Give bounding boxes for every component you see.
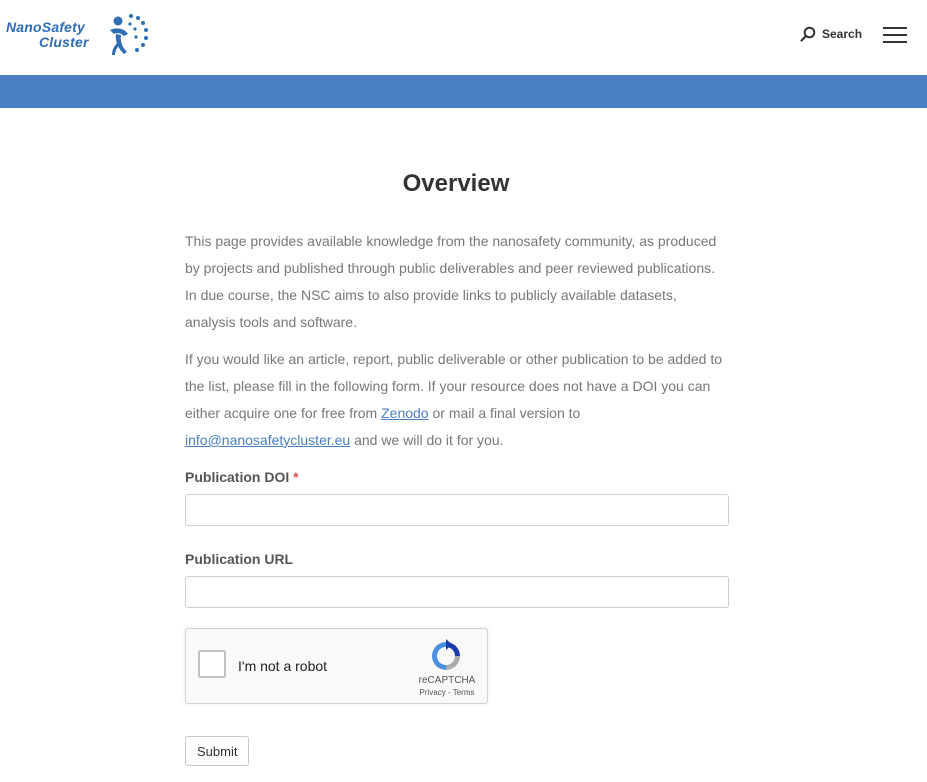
recaptcha-links[interactable]: Privacy - Terms	[412, 688, 482, 697]
site-logo[interactable]: NanoSafety Cluster	[6, 12, 152, 58]
search-label: Search	[822, 27, 863, 41]
search-button[interactable]: Search	[800, 26, 862, 42]
logo-figure-icon	[110, 14, 148, 55]
url-input[interactable]	[185, 576, 729, 608]
email-link[interactable]: info@nanosafetycluster.eu	[185, 432, 350, 448]
submission-text-3: and we will do it for you.	[350, 432, 504, 448]
search-icon	[800, 26, 816, 42]
url-label: Publication URL	[185, 551, 294, 567]
intro-paragraph: This page provides available knowledge f…	[185, 233, 717, 330]
zenodo-link[interactable]: Zenodo	[381, 405, 428, 421]
recaptcha-label: I'm not a robot	[238, 658, 328, 674]
recaptcha-checkbox[interactable]	[198, 650, 226, 678]
doi-input[interactable]	[185, 494, 729, 526]
site-header: NanoSafety Cluster Search	[0, 0, 927, 75]
page-banner	[0, 75, 927, 108]
logo-line-1: NanoSafety	[6, 19, 86, 35]
doi-label-text: Publication DOI	[185, 469, 290, 485]
recaptcha-brand: reCAPTCHA	[418, 675, 476, 686]
submission-paragraph: If you would like an article, report, pu…	[185, 346, 729, 454]
main-content: Overview This page provides available kn…	[185, 170, 729, 766]
menu-icon[interactable]	[883, 27, 907, 44]
submit-button[interactable]: Submit	[185, 736, 250, 766]
doi-label: Publication DOI *	[185, 469, 299, 485]
page-title: Overview	[402, 170, 510, 197]
logo-line-2: Cluster	[39, 34, 89, 50]
logo-text: NanoSafety Cluster	[6, 20, 89, 50]
submission-text-2: or mail a final version to	[428, 405, 581, 421]
recaptcha-logo-icon	[432, 639, 460, 670]
required-mark: *	[293, 469, 299, 485]
recaptcha-widget: I'm not a robot reCAPTCHA Privacy - Term…	[185, 628, 488, 704]
